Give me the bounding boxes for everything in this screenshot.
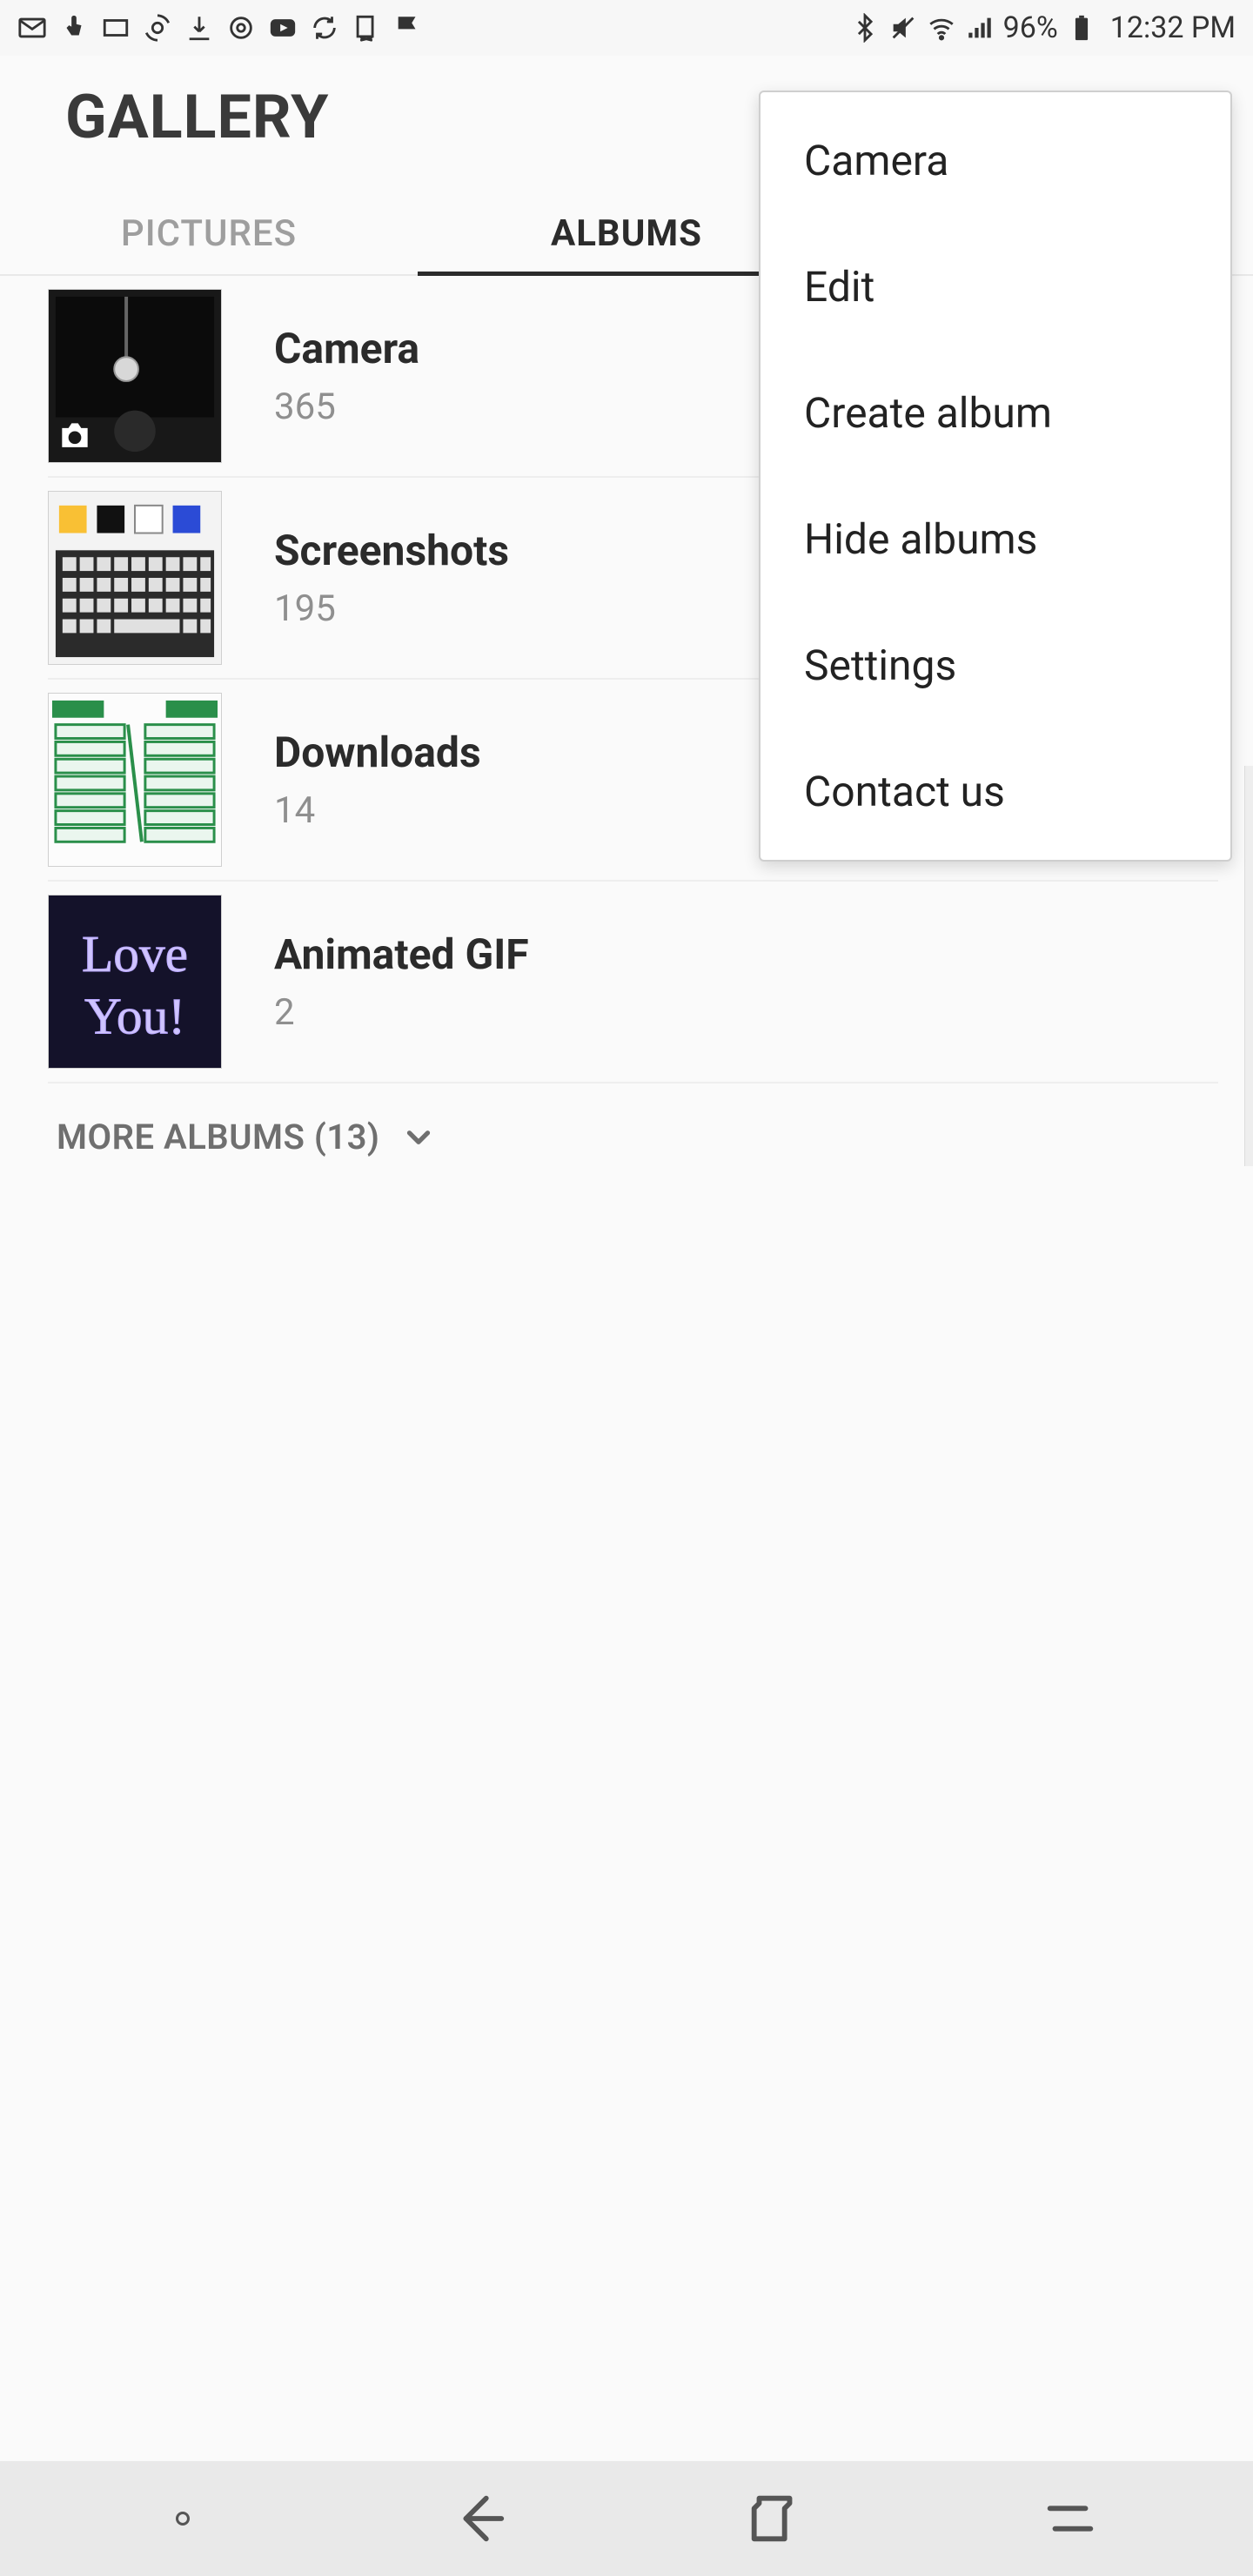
album-count: 2: [274, 991, 529, 1034]
overflow-menu: Camera Edit Create album Hide albums Set…: [759, 91, 1232, 862]
album-count: 365: [274, 386, 419, 428]
camera-badge-icon: [56, 417, 94, 455]
youtube-icon: [268, 13, 298, 43]
album-name: Screenshots: [274, 526, 509, 575]
menu-item-settings[interactable]: Settings: [761, 602, 1230, 728]
card-icon: [101, 13, 131, 43]
recents-button[interactable]: [1035, 2484, 1105, 2553]
album-name: Camera: [274, 324, 419, 373]
album-thumb: [48, 289, 222, 463]
scroll-indicator: [1244, 766, 1253, 1166]
touch-icon: [59, 13, 89, 43]
album-thumb: [48, 693, 222, 867]
more-albums-label: MORE ALBUMS (13): [57, 1117, 379, 1157]
album-row-animated-gif[interactable]: Love You! Animated GIF 2: [48, 882, 1218, 1083]
status-right-icons: 96% 12:32 PM: [850, 10, 1236, 45]
battery-icon: [1067, 13, 1096, 43]
chevron-down-icon: [400, 1119, 437, 1156]
album-thumb: Love You!: [48, 895, 222, 1069]
doc-x-icon: [352, 13, 381, 43]
bluetooth-icon: [850, 13, 880, 43]
album-thumb: [48, 491, 222, 665]
target-icon: [226, 13, 256, 43]
sync-icon: [143, 13, 172, 43]
album-name: Downloads: [274, 728, 481, 777]
home-button[interactable]: [740, 2484, 809, 2553]
back-button[interactable]: [444, 2484, 513, 2553]
album-count: 195: [274, 587, 509, 630]
menu-item-edit[interactable]: Edit: [761, 224, 1230, 350]
album-name: Animated GIF: [274, 929, 529, 979]
album-meta: Downloads 14: [274, 728, 481, 832]
album-meta: Screenshots 195: [274, 526, 509, 630]
battery-percent: 96%: [1003, 10, 1058, 45]
svg-text:Love: Love: [82, 925, 188, 983]
wifi-icon: [927, 13, 956, 43]
mute-icon: [888, 13, 918, 43]
menu-item-hide-albums[interactable]: Hide albums: [761, 476, 1230, 602]
menu-item-camera[interactable]: Camera: [761, 97, 1230, 224]
flag-check-icon: [393, 13, 423, 43]
tab-pictures[interactable]: PICTURES: [0, 188, 418, 274]
album-count: 14: [274, 789, 481, 832]
refresh-icon: [310, 13, 339, 43]
album-meta: Animated GIF 2: [274, 929, 529, 1034]
gmail-icon: [17, 13, 47, 43]
nav-dot-button[interactable]: [148, 2484, 218, 2553]
signal-icon: [965, 13, 995, 43]
system-nav-bar: [0, 2461, 1253, 2576]
svg-text:You!: You!: [84, 987, 185, 1044]
status-left-icons: [17, 13, 423, 43]
menu-item-contact-us[interactable]: Contact us: [761, 728, 1230, 855]
status-bar: 96% 12:32 PM: [0, 0, 1253, 56]
more-albums-toggle[interactable]: MORE ALBUMS (13): [48, 1083, 1218, 1157]
download-icon: [184, 13, 214, 43]
clock: 12:32 PM: [1110, 10, 1236, 45]
album-meta: Camera 365: [274, 324, 419, 428]
menu-item-create-album[interactable]: Create album: [761, 350, 1230, 476]
